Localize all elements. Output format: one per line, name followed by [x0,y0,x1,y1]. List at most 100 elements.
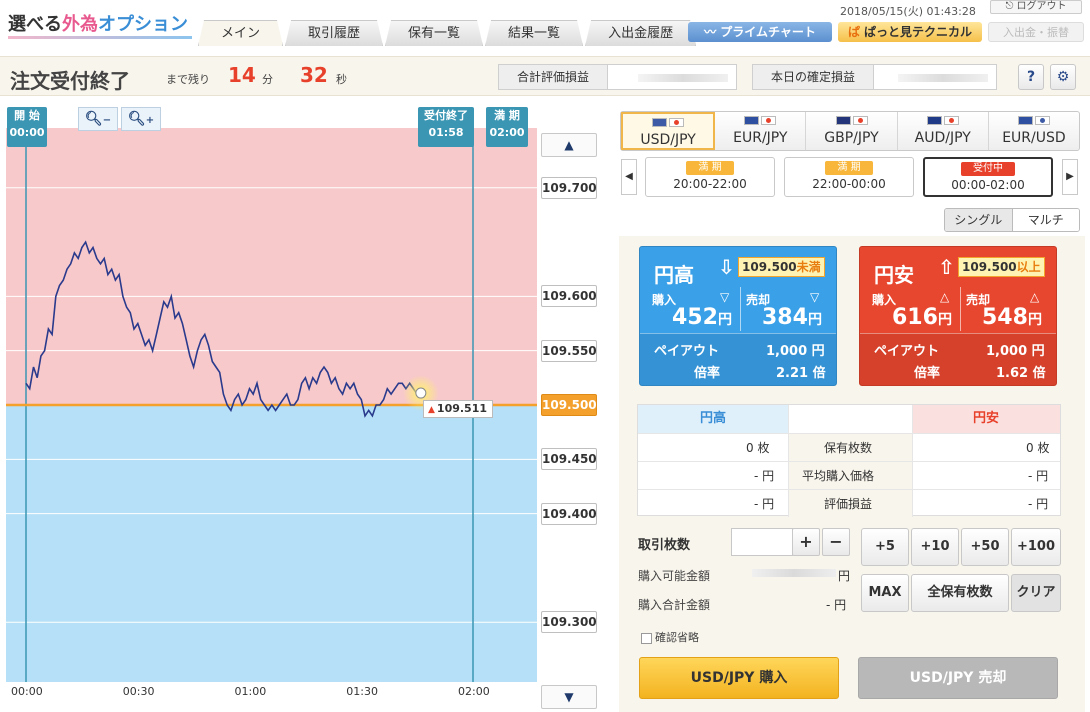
scroll-down-button[interactable]: ▼ [541,685,597,709]
strike-price-tick: 109.500 [541,394,597,416]
pair-tab-eur-usd[interactable]: EUR/USD [989,112,1079,150]
logout-button[interactable]: ⎋ ログアウト [990,0,1082,14]
card-strike: 109.500未満 [738,257,825,277]
quick-technical-button[interactable]: ぱぱっと見テクニカル [838,22,982,42]
slot-prev-button[interactable]: ◀ [621,159,637,195]
quantity-input[interactable] [731,528,793,556]
masked-value [638,74,729,82]
buy-button[interactable]: USD/JPY 購入 [639,657,839,699]
holdings-cell: 0 枚 [746,441,770,455]
triangle-up-icon: ▲ [428,405,435,415]
arrow-down-icon: ⇩ [718,255,735,279]
today-pnl-label: 本日の確定損益 [753,65,875,89]
quantity-plus-button[interactable]: + [792,528,820,556]
holdings-cell: - 円 [754,497,775,511]
zoom-out-icon: 🔍︎ [84,111,103,127]
holdings-cell: 0 枚 [1026,441,1050,455]
masked-value [752,569,836,577]
yen-strong-card[interactable]: 円高 ⇩ 109.500未満 購入 ▽ 452円 売却 ▽ 384円 ペイアウト… [639,246,837,386]
pair-name: GBP/JPY [824,130,879,146]
quick-add-100-button[interactable]: +100 [1011,528,1061,566]
card-title: 円高 [654,263,694,287]
y-tick-label: 109.600 [541,285,597,308]
y-tick-label: 109.400 [541,502,597,525]
prime-chart-button[interactable]: 〰 プライムチャート [688,22,832,42]
x-tick-label: 02:00 [458,685,490,698]
holdings-row-label: 保有枚数 [824,441,873,455]
logout-icon: ⎋ [1005,1,1017,12]
available-amount-label: 購入可能金額 [638,569,711,583]
today-pnl: 本日の確定損益 [752,64,998,90]
checkbox-icon[interactable] [641,632,652,644]
sell-price[interactable]: 548円 [982,305,1042,330]
holdings-table: 円高 円安 0 枚 保有枚数 0 枚 - 円 平均購入価格 - 円 - 円 評価… [637,404,1061,517]
help-button[interactable]: ? [1018,64,1044,90]
start-flag: 開 始 00:00 [7,107,47,147]
flag-icon [652,118,668,127]
scroll-up-button[interactable]: ▲ [541,133,597,157]
yen-weak-card[interactable]: 円安 ⇧ 109.500以上 購入 △ 616円 売却 △ 548円 ペイアウト… [859,246,1057,386]
pair-tab-gbp-jpy[interactable]: GBP/JPY [806,112,898,150]
payout-value: 1,000 円 [986,344,1045,359]
settings-button[interactable]: ⚙ [1050,64,1076,90]
slot-time: 22:00-00:00 [812,177,886,191]
slot-next-button[interactable]: ▶ [1062,159,1078,195]
pair-tab-aud-jpy[interactable]: AUD/JPY [898,112,989,150]
flag-icon [926,116,942,125]
holdings-row-label: 評価損益 [824,497,873,511]
pair-tab-usd-jpy[interactable]: USD/JPY [621,112,716,150]
zoom-in-icon: 🔍︎ [127,111,146,127]
triangle-up-icon: △ [1030,290,1040,304]
card-title: 円安 [874,263,914,287]
holdings-cell: - 円 [1028,497,1049,511]
buy-price[interactable]: 452円 [672,305,732,330]
triangle-down-icon: ▽ [720,290,730,304]
close-flag: 受付終了 01:58 [418,107,474,147]
y-tick-label: 109.700 [541,176,597,199]
flag-icon [835,116,851,125]
flag-icon [898,116,988,128]
quick-add-50-button[interactable]: +50 [961,528,1009,566]
mode-multi-button[interactable]: マルチ [1011,209,1079,231]
triangle-up-icon: △ [940,290,950,304]
quick-technical-icon: ぱ [847,25,860,39]
pair-name: EUR/JPY [733,130,788,146]
quick-add-5-button[interactable]: +5 [861,528,909,566]
skip-confirm-checkbox[interactable]: 確認省略 [641,629,699,645]
flag-icon [852,116,868,125]
today-pnl-value [874,65,997,89]
masked-value [898,74,989,82]
x-tick-label: 00:30 [122,685,155,698]
gear-icon: ⚙ [1056,69,1070,85]
quantity-minus-button[interactable]: − [822,528,850,556]
flag-icon [623,118,713,130]
slot-2[interactable]: 満 期 22:00-00:00 [784,157,914,197]
triangle-right-icon: ▶ [1066,171,1074,182]
slot-1[interactable]: 満 期 20:00-22:00 [645,157,775,197]
flag-icon [715,116,805,128]
mode-single-button[interactable]: シングル [945,209,1012,231]
buy-price[interactable]: 616円 [892,305,952,330]
slot-3[interactable]: 受付中 00:00-02:00 [923,157,1053,197]
flag-icon [761,116,777,125]
all-holdings-button[interactable]: 全保有枚数 [911,574,1009,612]
slot-badge: 満 期 [825,161,873,175]
slot-time: 00:00-02:00 [951,178,1025,192]
clear-button[interactable]: クリア [1011,574,1061,612]
tab-deposit-history[interactable]: 入出金履歴 [585,20,696,46]
zoom-out-button[interactable]: 🔍︎− [78,107,118,131]
available-amount-unit: 円 [838,569,851,583]
current-point [415,387,427,399]
total-pnl-value [608,65,737,89]
help-icon: ? [1026,69,1036,85]
deposit-transfer-button[interactable]: 入出金・振替 [988,22,1084,42]
pair-tab-eur-jpy[interactable]: EUR/JPY [715,112,807,150]
zoom-in-button[interactable]: 🔍︎+ [121,107,161,131]
sell-button[interactable]: USD/JPY 売却 [858,657,1058,699]
holdings-cell: - 円 [754,469,775,483]
quick-add-10-button[interactable]: +10 [911,528,959,566]
sell-price[interactable]: 384円 [762,305,822,330]
holdings-cell: - 円 [1028,469,1049,483]
payout-value: 1,000 円 [766,344,825,359]
max-button[interactable]: MAX [861,574,909,612]
